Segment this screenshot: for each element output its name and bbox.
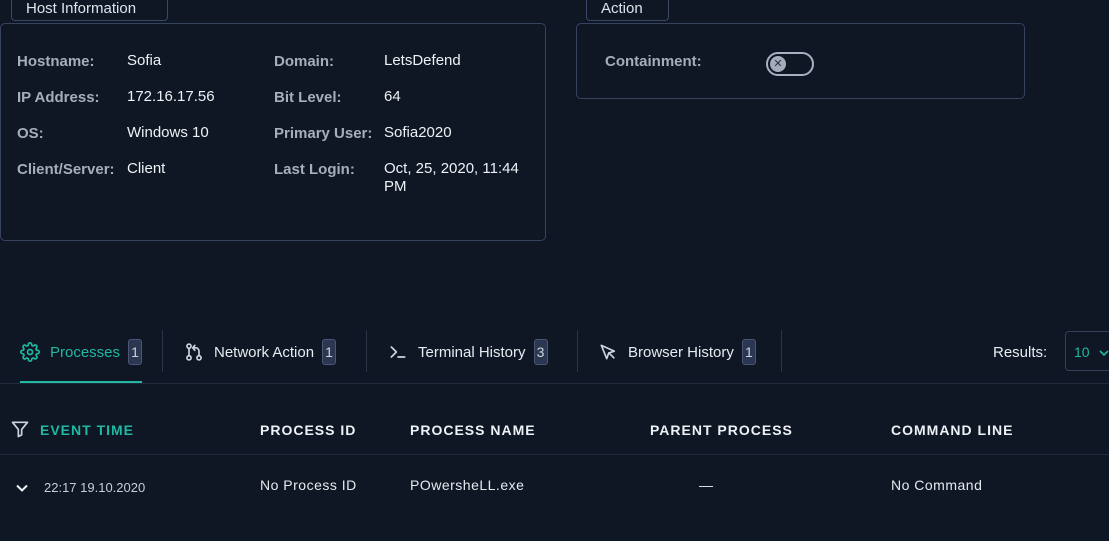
- git-branch-icon: [186, 343, 202, 361]
- results-value: 10: [1074, 344, 1090, 360]
- tab-browser-history-label: Browser History: [628, 343, 734, 361]
- tab-processes-label: Processes: [50, 343, 121, 361]
- active-tab-indicator: [20, 381, 142, 383]
- host-info-tab-label: Host Information: [11, 0, 168, 21]
- tab-divider: [577, 330, 578, 372]
- header-event-time[interactable]: EVENT TIME: [40, 422, 134, 438]
- domain-value: LetsDefend: [384, 52, 461, 69]
- close-icon: ✕: [770, 56, 786, 72]
- client-server-value: Client: [127, 160, 166, 177]
- header-command-line[interactable]: COMMAND LINE: [891, 422, 1013, 438]
- domain-label: Domain:: [274, 53, 334, 70]
- tab-terminal-history-label: Terminal History: [418, 343, 526, 361]
- header-process-name[interactable]: PROCESS NAME: [410, 422, 536, 438]
- ip-address-label: IP Address:: [17, 89, 100, 106]
- tab-terminal-history-count: 3: [533, 339, 548, 365]
- bit-level-value: 64: [384, 88, 401, 105]
- row-process-id: No Process ID: [260, 477, 357, 493]
- tabs-bar: Processes 1 Network Action 1 Terminal Hi…: [0, 330, 1109, 384]
- chevron-down-icon[interactable]: [14, 480, 30, 496]
- header-parent-process[interactable]: PARENT PROCESS: [650, 422, 793, 438]
- gear-icon: [20, 342, 40, 362]
- bit-level-label: Bit Level:: [274, 89, 342, 106]
- os-value: Windows 10: [127, 124, 209, 141]
- action-tab-label: Action: [586, 0, 669, 21]
- cursor-icon: [600, 344, 616, 360]
- last-login-value: Oct, 25, 2020, 11:44 PM: [384, 160, 519, 195]
- row-command-line: No Command: [891, 477, 983, 493]
- containment-toggle[interactable]: ✕: [766, 52, 814, 76]
- ip-address-value: 172.16.17.56: [127, 88, 215, 105]
- tab-divider: [162, 330, 163, 372]
- os-label: OS:: [17, 125, 44, 142]
- table-header-divider: [0, 454, 1109, 455]
- primary-user-value: Sofia2020: [384, 124, 452, 141]
- row-process-name: POwersheLL.exe: [410, 477, 525, 493]
- results-label: Results:: [993, 344, 1048, 361]
- hostname-label: Hostname:: [17, 53, 95, 70]
- tab-network-action[interactable]: Network Action 1: [184, 330, 337, 374]
- tab-network-action-count: 1: [322, 339, 337, 365]
- containment-label: Containment:: [605, 53, 702, 70]
- last-login-label: Last Login:: [274, 161, 355, 178]
- results-select[interactable]: 10: [1065, 331, 1109, 371]
- tab-browser-history-count: 1: [741, 339, 756, 365]
- tab-divider: [781, 330, 782, 372]
- tab-divider: [366, 330, 367, 372]
- tab-network-action-label: Network Action: [214, 343, 315, 361]
- chevron-down-icon: [1099, 350, 1109, 357]
- row-event-time: 22:17 19.10.2020: [44, 480, 146, 495]
- hostname-value: Sofia: [127, 52, 162, 69]
- primary-user-label: Primary User:: [274, 125, 373, 142]
- tab-processes-count: 1: [128, 339, 143, 365]
- tab-terminal-history[interactable]: Terminal History 3: [388, 330, 548, 374]
- row-parent-process: —: [699, 477, 714, 493]
- header-process-id[interactable]: PROCESS ID: [260, 422, 356, 438]
- tab-browser-history[interactable]: Browser History 1: [598, 330, 756, 374]
- terminal-icon: [390, 346, 406, 358]
- client-server-label: Client/Server:: [17, 161, 115, 178]
- tab-processes[interactable]: Processes 1: [20, 330, 143, 374]
- filter-icon[interactable]: [10, 419, 30, 439]
